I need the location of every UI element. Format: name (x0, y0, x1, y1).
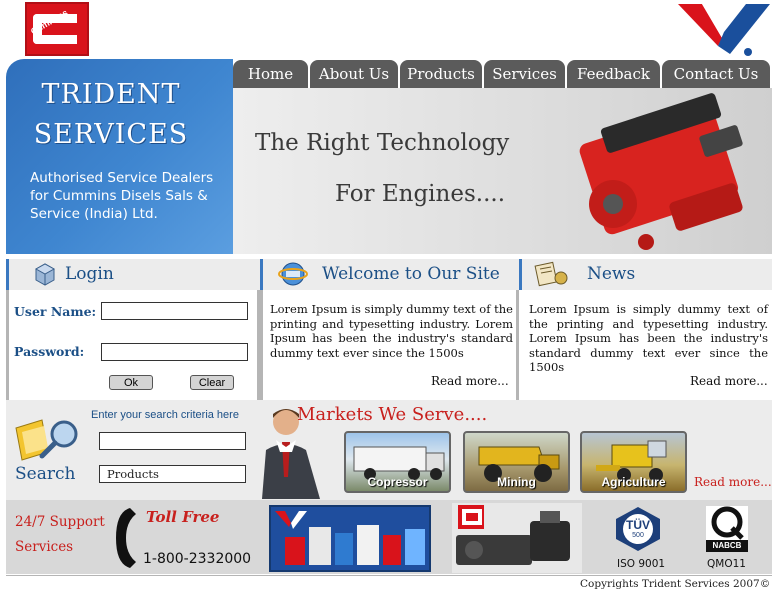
welcome-text: Lorem Ipsum is simply dummy text of the … (270, 302, 513, 360)
search-panel: Enter your search criteria here Search P… (6, 400, 260, 500)
clear-button[interactable]: Clear (190, 375, 234, 390)
tuv-iso-badge: TÜV 500 (613, 506, 663, 552)
oil-cans-graphic (275, 511, 425, 565)
ok-button[interactable]: Ok (109, 375, 153, 390)
nabcb-q-icon (711, 506, 744, 540)
news-header: News (519, 259, 772, 290)
nav-home[interactable]: Home (233, 60, 308, 88)
search-label: Search (15, 464, 76, 484)
generator-graphic (456, 505, 570, 565)
markets-title: Markets We Serve.... (297, 404, 488, 425)
nav-contact-us[interactable]: Contact Us (662, 60, 770, 88)
cummins-logo[interactable]: Cummins (25, 2, 89, 56)
nav-products[interactable]: Products (400, 60, 482, 88)
password-input[interactable] (101, 343, 248, 361)
nav-services[interactable]: Services (484, 60, 565, 88)
toll-free-number[interactable]: 1-800-2332000 (143, 551, 251, 567)
welcome-globe-icon (278, 262, 308, 286)
toll-free-label: Toll Free (146, 508, 220, 526)
search-hint: Enter your search criteria here (91, 409, 239, 421)
valvoline-products-image[interactable] (269, 505, 431, 572)
welcome-header: Welcome to Our Site (260, 259, 519, 290)
markets-panel: Markets We Serve.... Copressor Mining Ag… (260, 400, 772, 500)
market-compressor-card[interactable]: Copressor (344, 431, 451, 493)
banner-subline: For Engines.... (335, 181, 506, 207)
engine-image (579, 93, 743, 250)
username-label: User Name: (14, 304, 97, 319)
nabcb-badge-text: NABCB (706, 540, 748, 552)
trident-title: TRIDENT SERVICES (6, 75, 216, 155)
news-text: Lorem Ipsum is simply dummy text of the … (529, 302, 768, 374)
dealer-description: Authorised Service Dealers for Cummins D… (30, 170, 214, 222)
search-category-select[interactable]: Products (99, 465, 246, 483)
market-agriculture-card[interactable]: Agriculture (580, 431, 687, 493)
footer-divider (6, 575, 772, 576)
search-input[interactable] (99, 432, 246, 450)
copyright-text: Copyrights Trident Services 2007© (580, 578, 771, 590)
market-mining-card[interactable]: Mining (463, 431, 570, 493)
nav-about-us[interactable]: About Us (310, 60, 398, 88)
trident-title-line1: TRIDENT (41, 79, 181, 110)
welcome-title: Welcome to Our Site (322, 264, 500, 284)
login-title: Login (65, 264, 114, 284)
news-title: News (587, 264, 636, 284)
valvoline-logo[interactable] (674, 0, 774, 58)
trident-title-line2: SERVICES (33, 119, 189, 150)
login-panel: User Name: Password: Ok Clear (6, 290, 260, 400)
qmo11-label: QMO11 (707, 558, 746, 570)
welcome-panel: Lorem Ipsum is simply dummy text of the … (260, 290, 519, 400)
login-cube-icon (34, 263, 56, 286)
search-magnifier-icon (15, 419, 78, 461)
tuv-badge-text: TÜV (626, 518, 650, 532)
nav-feedback[interactable]: Feedback (567, 60, 660, 88)
password-label: Password: (14, 344, 85, 359)
main-nav: Home About Us Products Services Feedback… (233, 60, 772, 88)
markets-read-more-link[interactable]: Read more... (694, 475, 772, 489)
username-input[interactable] (101, 302, 248, 320)
nabcb-badge: NABCB (706, 506, 748, 552)
bottom-strip: 24/7 Support Services Toll Free 1-800-23… (6, 500, 772, 574)
market-mining-label: Mining (497, 475, 536, 489)
news-newspaper-icon (534, 261, 568, 287)
news-read-more-link[interactable]: Read more... (690, 374, 768, 388)
cummins-generator-image[interactable] (452, 503, 582, 573)
news-panel: Lorem Ipsum is simply dummy text of the … (519, 290, 772, 400)
phone-handset-icon (116, 508, 136, 568)
tuv-badge-subtext: 500 (632, 532, 644, 539)
iso-9001-label: ISO 9001 (617, 558, 666, 570)
banner-headline: The Right Technology (255, 130, 510, 156)
support-line1: 24/7 Support (15, 514, 105, 530)
welcome-read-more-link[interactable]: Read more... (431, 374, 509, 388)
hero-banner: The Right Technology For Engines.... (233, 88, 772, 254)
market-agriculture-label: Agriculture (601, 475, 666, 489)
support-line2: Services (15, 539, 74, 555)
trident-brand-panel: TRIDENT SERVICES Authorised Service Deal… (6, 59, 233, 254)
login-header: Login (6, 259, 260, 290)
market-compressor-label: Copressor (367, 475, 428, 489)
